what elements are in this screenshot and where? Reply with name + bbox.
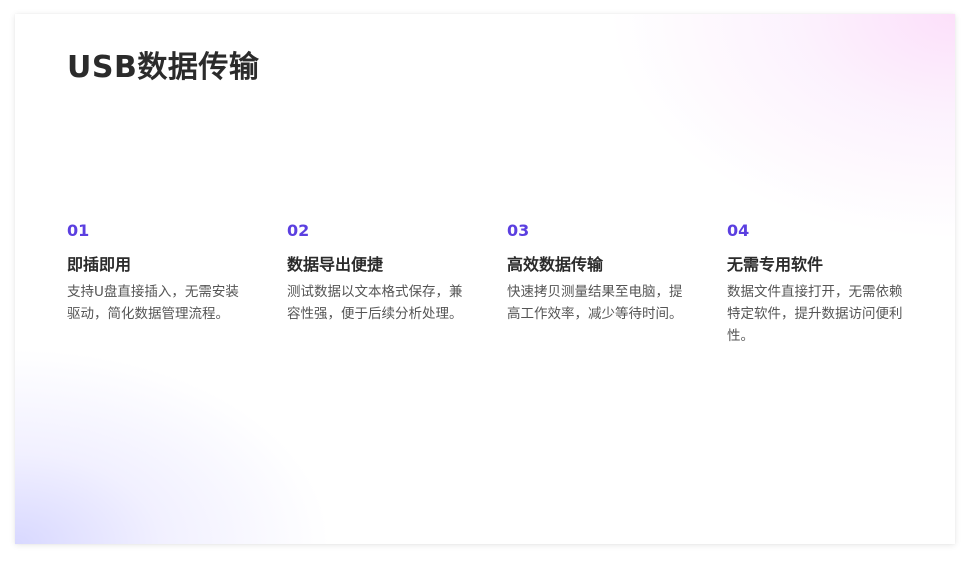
feature-item-2: 02 数据导出便捷 测试数据以文本格式保存，兼容性强，便于后续分析处理。 [287, 221, 472, 325]
feature-heading: 数据导出便捷 [287, 255, 384, 274]
feature-item-4: 04 无需专用软件 数据文件直接打开，无需依赖特定软件，提升数据访问便利性。 [727, 221, 912, 347]
feature-description: 数据文件直接打开，无需依赖特定软件，提升数据访问便利性。 [727, 284, 903, 344]
feature-description: 快速拷贝测量结果至电脑，提高工作效率，减少等待时间。 [507, 284, 683, 322]
feature-list: 01 即插即用 支持U盘直接插入，无需安装驱动，简化数据管理流程。 02 数据导… [67, 221, 907, 381]
feature-heading: 无需专用软件 [727, 255, 824, 274]
feature-number: 02 [287, 221, 310, 240]
slide: USB数据传输 01 即插即用 支持U盘直接插入，无需安装驱动，简化数据管理流程… [15, 14, 955, 544]
feature-heading: 高效数据传输 [507, 255, 604, 274]
page-title: USB数据传输 [67, 50, 260, 85]
feature-number: 04 [727, 221, 750, 240]
feature-item-3: 03 高效数据传输 快速拷贝测量结果至电脑，提高工作效率，减少等待时间。 [507, 221, 692, 325]
feature-item-1: 01 即插即用 支持U盘直接插入，无需安装驱动，简化数据管理流程。 [67, 221, 252, 325]
feature-number: 03 [507, 221, 530, 240]
feature-heading: 即插即用 [67, 255, 132, 274]
feature-description: 支持U盘直接插入，无需安装驱动，简化数据管理流程。 [67, 284, 239, 322]
feature-description: 测试数据以文本格式保存，兼容性强，便于后续分析处理。 [287, 284, 463, 322]
feature-number: 01 [67, 221, 90, 240]
